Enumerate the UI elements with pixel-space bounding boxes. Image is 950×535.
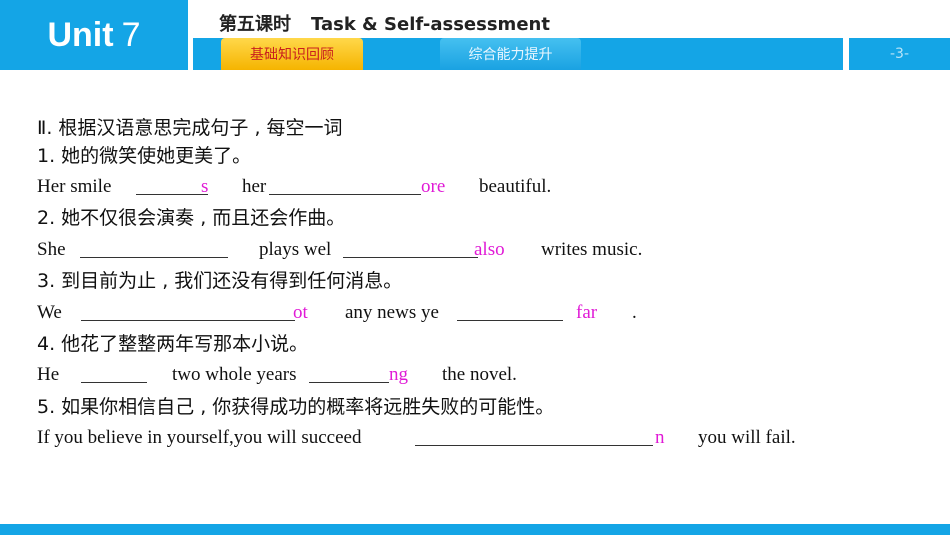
item-3-sentence: We ot any news ye far .	[37, 300, 937, 326]
unit-number: 7	[121, 15, 141, 54]
tab-ability-improvement[interactable]: 综合能力提升	[440, 38, 581, 70]
item-1-answer-1: s	[201, 176, 209, 197]
item-3-answer-1: ot	[293, 302, 308, 323]
item-3-blank-2[interactable]	[457, 320, 563, 321]
section-title: Ⅱ. 根据汉语意思完成句子 , 每空一词	[37, 117, 343, 139]
item-4-answer-2: ng	[389, 364, 408, 385]
item-3-chinese: 3. 到目前为止 , 我们还没有得到任何消息。	[37, 270, 403, 292]
item-4-blank-1[interactable]	[81, 382, 147, 383]
item-2-blank-1[interactable]	[80, 257, 228, 258]
item-3-word-2: any news ye	[345, 302, 439, 323]
item-1-sentence: Her smile s her ore beautiful.	[37, 174, 937, 200]
item-4-word-3: the novel.	[442, 364, 517, 385]
lesson-label: 第五课时	[219, 14, 291, 35]
item-2-blank-2[interactable]	[343, 257, 478, 258]
item-4-word-1: He	[37, 364, 60, 385]
item-1-word-1: Her smile	[37, 176, 112, 197]
item-5-sentence: If you believe in yourself,you will succ…	[37, 425, 937, 451]
item-5-word-2: you will fail.	[698, 427, 796, 448]
item-1-chinese: 1. 她的微笑使她更美了。	[37, 145, 252, 167]
item-5-answer-1: n	[655, 427, 665, 448]
item-1-blank-2[interactable]	[269, 194, 421, 195]
unit-label: Unit	[47, 15, 114, 54]
item-5-chinese: 5. 如果你相信自己 , 你获得成功的概率将远胜失败的可能性。	[37, 396, 555, 418]
item-2-word-1: She	[37, 239, 66, 260]
item-3-word-3: .	[632, 302, 637, 323]
unit-badge: Unit 7	[0, 0, 188, 70]
item-3-word-1: We	[37, 302, 62, 323]
lesson-heading: 第五课时 Task & Self-assessment	[219, 10, 550, 35]
item-4-chinese: 4. 他花了整整两年写那本小说。	[37, 333, 309, 355]
page-number: -3-	[849, 38, 950, 70]
item-1-word-2: her	[242, 176, 267, 197]
item-4-sentence: He two whole years ng the novel.	[37, 362, 937, 388]
tab-basic-review[interactable]: 基础知识回顾	[221, 38, 363, 70]
item-3-blank-1[interactable]	[81, 320, 295, 321]
item-1-word-3: beautiful.	[479, 176, 552, 197]
item-2-sentence: She plays wel also writes music.	[37, 237, 937, 263]
item-2-word-3: writes music.	[541, 239, 643, 260]
item-1-answer-2: ore	[421, 176, 446, 197]
footer-bar	[0, 524, 950, 535]
lesson-title: Task & Self-assessment	[311, 14, 550, 35]
item-5-blank-1[interactable]	[415, 445, 653, 446]
item-5-word-1: If you believe in yourself,you will succ…	[37, 427, 362, 448]
item-4-word-2: two whole years	[172, 364, 297, 385]
item-2-answer-2: also	[474, 239, 505, 260]
item-2-chinese: 2. 她不仅很会演奏 , 而且还会作曲。	[37, 207, 346, 229]
item-4-blank-2[interactable]	[309, 382, 389, 383]
item-2-word-2: plays wel	[259, 239, 332, 260]
item-1-blank-1[interactable]	[136, 194, 208, 195]
item-3-answer-2: far	[576, 302, 598, 323]
